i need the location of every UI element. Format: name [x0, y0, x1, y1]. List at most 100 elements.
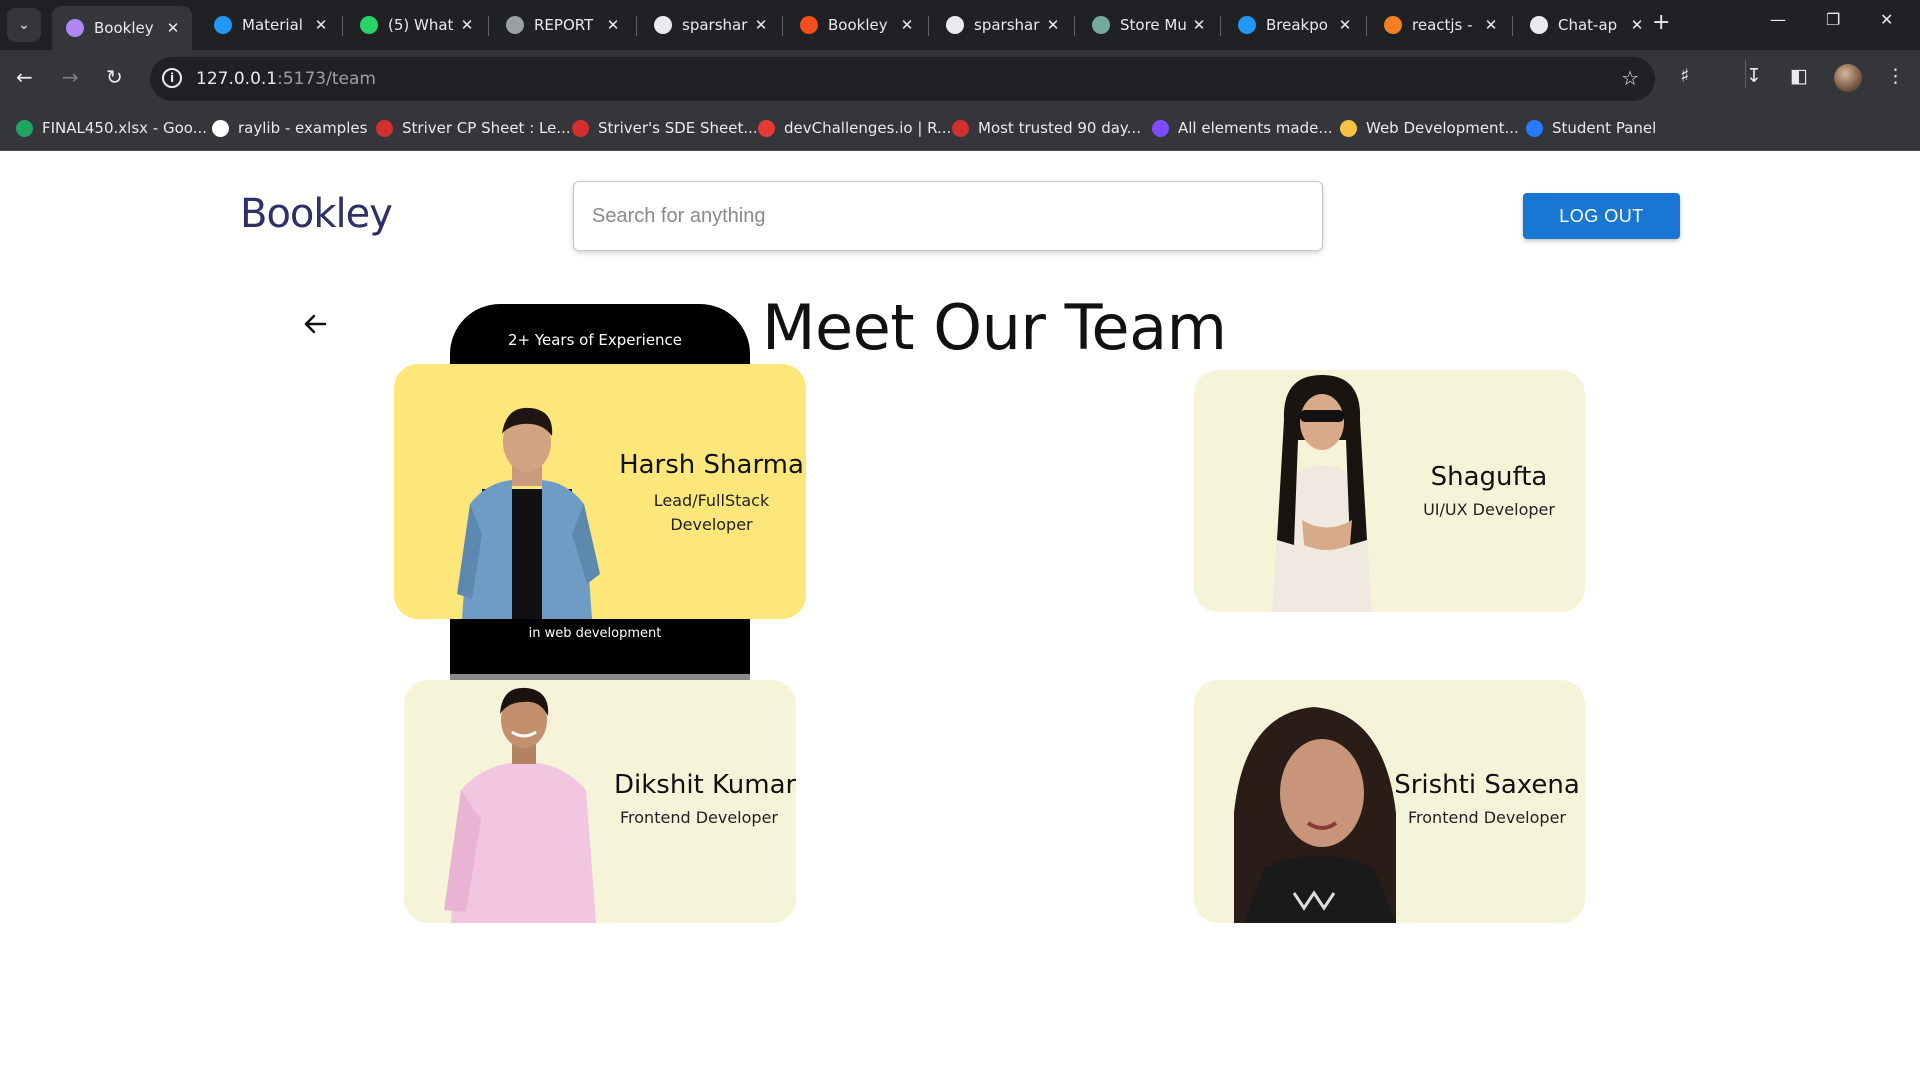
tab-title: Store Mu — [1120, 16, 1187, 34]
reload-icon: ↻ — [106, 65, 123, 89]
tab-search-button[interactable]: ⌄ — [7, 8, 41, 42]
side-panel-icon[interactable]: ◧ — [1790, 65, 1808, 87]
team-member-name: Dikshit Kumar — [614, 770, 796, 800]
browser-tab[interactable]: Material ✕ — [200, 6, 340, 44]
tab-separator — [1366, 16, 1367, 36]
close-icon[interactable]: ✕ — [1482, 16, 1500, 34]
close-icon[interactable]: ✕ — [898, 16, 916, 34]
close-icon[interactable]: ✕ — [312, 16, 330, 34]
drive-icon — [16, 119, 33, 137]
tab-separator — [1074, 16, 1075, 36]
new-tab-button[interactable]: + — [1652, 10, 1670, 35]
team-member-role: Frontend Developer — [620, 808, 778, 827]
logout-button[interactable]: LOG OUT — [1523, 193, 1680, 239]
browser-tab[interactable]: Bookley ✕ — [786, 6, 926, 44]
tab-separator — [1512, 16, 1513, 36]
tuf-icon — [572, 119, 589, 137]
close-icon[interactable]: ✕ — [1336, 16, 1354, 34]
browser-tab[interactable]: sparshar ✕ — [932, 6, 1072, 44]
tuf-icon — [952, 119, 969, 137]
coin-icon — [1340, 119, 1357, 137]
tab-title: Bookley — [828, 16, 888, 34]
close-icon[interactable]: ✕ — [1044, 16, 1062, 34]
download-icon[interactable]: ↧ — [1746, 65, 1762, 87]
close-window-button[interactable]: ✕ — [1880, 10, 1893, 29]
tab-title: Bookley — [94, 19, 154, 37]
browser-tab[interactable]: sparshar ✕ — [640, 6, 780, 44]
bookmark-label: devChallenges.io | R... — [784, 119, 952, 137]
github-icon — [1530, 16, 1548, 34]
bookmark-label: Striver's SDE Sheet... — [598, 119, 758, 137]
team-member-name: Srishti Saxena — [1394, 770, 1580, 800]
minimize-button[interactable]: — — [1770, 10, 1786, 29]
experience-badge-bottom-text: in web development — [528, 626, 662, 641]
browser-tab[interactable]: reactjs - ✕ — [1370, 6, 1510, 44]
bookmark-item[interactable]: All elements made... — [1152, 119, 1333, 137]
browser-tab[interactable]: Breakpo ✕ — [1224, 6, 1364, 44]
extensions-icon[interactable]: ♯ — [1680, 65, 1689, 87]
browser-toolbar: ← → ↻ i 127.0.0.1:5173/team ☆ ♯ ↧ ◧ ⋮ — [0, 50, 1920, 108]
stackoverflow-icon — [1384, 16, 1402, 34]
tab-strip: ⌄ Bookley ✕ Material ✕ (5) What ✕ REPORT ✕ spars… — [0, 0, 1920, 50]
back-nav-button[interactable]: ← — [16, 65, 33, 89]
bookmark-item[interactable]: Student Panel — [1526, 119, 1656, 137]
bookmark-item[interactable]: Most trusted 90 day... — [952, 119, 1141, 137]
close-icon[interactable]: ✕ — [1190, 16, 1208, 34]
tab-title: sparshar — [974, 16, 1040, 34]
forward-nav-button[interactable]: → — [62, 65, 79, 89]
profile-avatar[interactable] — [1834, 64, 1862, 92]
team-member-role: UI/UX Developer — [1423, 500, 1555, 519]
restore-button[interactable]: ❐ — [1826, 10, 1840, 29]
team-card-dikshit[interactable]: Dikshit Kumar Frontend Developer — [404, 680, 796, 923]
close-icon[interactable]: ✕ — [164, 19, 182, 37]
chevron-down-icon: ⌄ — [18, 17, 30, 33]
tab-separator — [1220, 16, 1221, 36]
url-host: 127.0.0.1 — [196, 69, 278, 89]
menu-kebab-icon[interactable]: ⋮ — [1886, 65, 1905, 87]
whatsapp-icon — [360, 16, 378, 34]
page-title: Meet Our Team — [762, 291, 1227, 364]
close-icon[interactable]: ✕ — [458, 16, 476, 34]
site-info-icon[interactable]: i — [162, 68, 182, 88]
team-member-photo — [444, 687, 596, 923]
bookmark-item[interactable]: Striver CP Sheet : Le... — [376, 119, 571, 137]
team-card-harsh[interactable]: Harsh Sharma Lead/FullStack Developer — [394, 364, 806, 619]
team-member-role: Lead/FullStack Developer — [653, 491, 770, 534]
close-icon[interactable]: ✕ — [604, 16, 622, 34]
reload-button[interactable]: ↻ — [106, 65, 123, 89]
plus-icon: + — [1652, 10, 1671, 35]
bookmarks-bar: FINAL450.xlsx - Goo... raylib - examples S… — [0, 108, 1920, 151]
browser-tab[interactable]: (5) What ✕ — [346, 6, 486, 44]
search-input[interactable] — [573, 181, 1323, 251]
figma-icon — [800, 16, 818, 34]
browser-tab[interactable]: REPORT ✕ — [492, 6, 632, 44]
bookmark-item[interactable]: Web Development... — [1340, 119, 1519, 137]
team-card-srishti[interactable]: Srishti Saxena Frontend Developer — [1194, 680, 1585, 923]
team-card-shagufta[interactable]: Shagufta UI/UX Developer — [1194, 370, 1585, 612]
vite-icon — [66, 19, 84, 37]
shield-icon — [1526, 119, 1543, 137]
url-text[interactable]: 127.0.0.1:5173/team — [196, 69, 376, 89]
close-icon[interactable]: ✕ — [1628, 16, 1646, 34]
browser-tab[interactable]: Chat-ap ✕ — [1516, 6, 1656, 44]
globe-icon — [506, 16, 524, 34]
team-member-photo — [1234, 693, 1396, 923]
code-icon — [758, 119, 775, 137]
bookmark-star-icon[interactable]: ☆ — [1621, 66, 1639, 90]
browser-tab[interactable]: Bookley ✕ — [52, 6, 192, 50]
address-bar[interactable]: i 127.0.0.1:5173/team ☆ — [150, 57, 1655, 101]
bookmark-item[interactable]: devChallenges.io | R... — [758, 119, 951, 137]
page-content: Bookley LOG OUT Meet Our Team 2+ Years o… — [0, 151, 1920, 1080]
close-icon[interactable]: ✕ — [752, 16, 770, 34]
bookmark-item[interactable]: Striver's SDE Sheet... — [572, 119, 758, 137]
bookmark-label: FINAL450.xlsx - Goo... — [42, 119, 207, 137]
brand-logo[interactable]: Bookley — [240, 191, 393, 237]
browser-tab[interactable]: Store Mu ✕ — [1078, 6, 1218, 44]
bookmark-item[interactable]: FINAL450.xlsx - Goo... — [16, 119, 207, 137]
bookmark-label: Web Development... — [1366, 119, 1519, 137]
team-member-name: Harsh Sharma — [619, 450, 804, 480]
bookmark-item[interactable]: raylib - examples — [212, 119, 367, 137]
tab-title: sparshar — [682, 16, 748, 34]
tab-title: Breakpo — [1266, 16, 1328, 34]
back-arrow-icon[interactable] — [300, 309, 330, 344]
